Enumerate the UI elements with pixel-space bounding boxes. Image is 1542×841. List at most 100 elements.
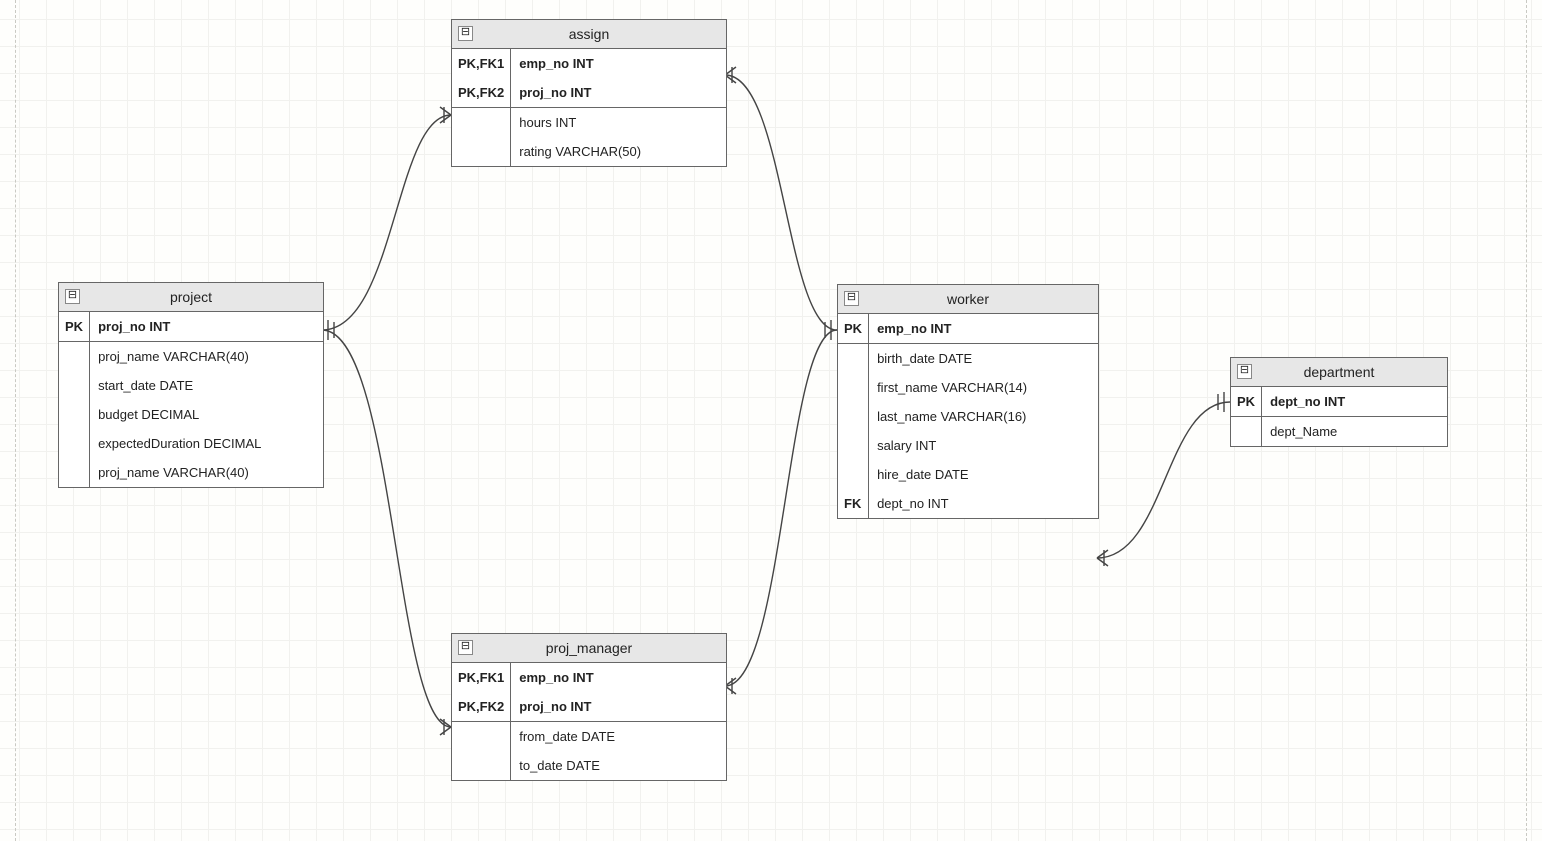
column-row: PK,FK2proj_no INT: [452, 78, 726, 108]
field-cell: to_date DATE: [511, 751, 726, 780]
field-cell: emp_no INT: [511, 663, 726, 692]
field-cell: salary INT: [869, 431, 1098, 460]
field-cell: proj_name VARCHAR(40): [90, 458, 323, 487]
entity-assign[interactable]: ⊟ assign PK,FK1emp_no INTPK,FK2proj_no I…: [451, 19, 727, 167]
key-cell: [452, 108, 511, 138]
collapse-icon[interactable]: ⊟: [1237, 364, 1252, 379]
field-cell: hours INT: [511, 108, 726, 138]
key-cell: [59, 342, 90, 372]
entity-title-text: worker: [947, 291, 989, 307]
entity-project[interactable]: ⊟ project PKproj_no INT proj_name VARCHA…: [58, 282, 324, 488]
entity-department[interactable]: ⊟ department PKdept_no INT dept_Name: [1230, 357, 1448, 447]
rel-assign-worker: [725, 75, 837, 330]
column-row: proj_name VARCHAR(40): [59, 342, 323, 372]
key-cell: PK,FK2: [452, 78, 511, 108]
column-row: dept_Name: [1231, 417, 1447, 447]
column-row: last_name VARCHAR(16): [838, 402, 1098, 431]
field-cell: expectedDuration DECIMAL: [90, 429, 323, 458]
key-cell: FK: [838, 489, 869, 518]
column-row: FKdept_no INT: [838, 489, 1098, 518]
column-row: birth_date DATE: [838, 344, 1098, 374]
column-row: PK,FK1emp_no INT: [452, 49, 726, 78]
field-cell: emp_no INT: [869, 314, 1098, 344]
column-row: PK,FK1emp_no INT: [452, 663, 726, 692]
key-cell: PK: [59, 312, 90, 342]
column-row: first_name VARCHAR(14): [838, 373, 1098, 402]
column-row: salary INT: [838, 431, 1098, 460]
key-cell: [838, 402, 869, 431]
column-row: PKproj_no INT: [59, 312, 323, 342]
columns-table: PKproj_no INT proj_name VARCHAR(40) star…: [59, 312, 323, 487]
field-cell: first_name VARCHAR(14): [869, 373, 1098, 402]
key-cell: [452, 751, 511, 780]
column-row: rating VARCHAR(50): [452, 137, 726, 166]
key-cell: PK,FK1: [452, 663, 511, 692]
column-row: PKdept_no INT: [1231, 387, 1447, 417]
columns-table: PKemp_no INT birth_date DATE first_name …: [838, 314, 1098, 518]
collapse-icon[interactable]: ⊟: [458, 26, 473, 41]
key-cell: PK: [838, 314, 869, 344]
key-cell: [1231, 417, 1262, 447]
rel-worker-department: [1097, 402, 1230, 558]
entity-proj-manager[interactable]: ⊟ proj_manager PK,FK1emp_no INTPK,FK2pro…: [451, 633, 727, 781]
columns-table: PKdept_no INT dept_Name: [1231, 387, 1447, 446]
key-cell: [59, 371, 90, 400]
entity-title: ⊟ project: [59, 283, 323, 312]
entity-title: ⊟ worker: [838, 285, 1098, 314]
collapse-icon[interactable]: ⊟: [844, 291, 859, 306]
columns-table: PK,FK1emp_no INTPK,FK2proj_no INT hours …: [452, 49, 726, 166]
rel-project-assign: [322, 115, 451, 330]
key-cell: [59, 400, 90, 429]
field-cell: proj_no INT: [511, 692, 726, 722]
field-cell: last_name VARCHAR(16): [869, 402, 1098, 431]
column-row: budget DECIMAL: [59, 400, 323, 429]
key-cell: PK,FK1: [452, 49, 511, 78]
key-cell: [838, 431, 869, 460]
er-diagram-canvas: ⊟ project PKproj_no INT proj_name VARCHA…: [0, 0, 1542, 841]
key-cell: [59, 429, 90, 458]
field-cell: emp_no INT: [511, 49, 726, 78]
column-row: hire_date DATE: [838, 460, 1098, 489]
column-row: from_date DATE: [452, 722, 726, 752]
entity-title-text: assign: [569, 26, 609, 42]
field-cell: birth_date DATE: [869, 344, 1098, 374]
entity-title: ⊟ department: [1231, 358, 1447, 387]
entity-worker[interactable]: ⊟ worker PKemp_no INT birth_date DATE fi…: [837, 284, 1099, 519]
field-cell: from_date DATE: [511, 722, 726, 752]
key-cell: [452, 722, 511, 752]
key-cell: [838, 344, 869, 374]
column-row: PKemp_no INT: [838, 314, 1098, 344]
field-cell: proj_no INT: [90, 312, 323, 342]
entity-title-text: project: [170, 289, 212, 305]
column-row: proj_name VARCHAR(40): [59, 458, 323, 487]
entity-title-text: proj_manager: [546, 640, 632, 656]
column-row: to_date DATE: [452, 751, 726, 780]
field-cell: proj_name VARCHAR(40): [90, 342, 323, 372]
collapse-icon[interactable]: ⊟: [65, 289, 80, 304]
key-cell: [838, 460, 869, 489]
key-cell: [838, 373, 869, 402]
collapse-icon[interactable]: ⊟: [458, 640, 473, 655]
key-cell: [59, 458, 90, 487]
key-cell: PK,FK2: [452, 692, 511, 722]
key-cell: PK: [1231, 387, 1262, 417]
key-cell: [452, 137, 511, 166]
rel-projmanager-worker: [725, 330, 837, 686]
field-cell: start_date DATE: [90, 371, 323, 400]
rel-project-projmanager: [322, 330, 451, 727]
column-row: hours INT: [452, 108, 726, 138]
columns-table: PK,FK1emp_no INTPK,FK2proj_no INT from_d…: [452, 663, 726, 780]
entity-title: ⊟ assign: [452, 20, 726, 49]
column-row: PK,FK2proj_no INT: [452, 692, 726, 722]
field-cell: hire_date DATE: [869, 460, 1098, 489]
entity-title: ⊟ proj_manager: [452, 634, 726, 663]
field-cell: proj_no INT: [511, 78, 726, 108]
field-cell: rating VARCHAR(50): [511, 137, 726, 166]
field-cell: dept_Name: [1262, 417, 1447, 447]
field-cell: dept_no INT: [1262, 387, 1447, 417]
column-row: expectedDuration DECIMAL: [59, 429, 323, 458]
column-row: start_date DATE: [59, 371, 323, 400]
field-cell: budget DECIMAL: [90, 400, 323, 429]
entity-title-text: department: [1304, 364, 1375, 380]
field-cell: dept_no INT: [869, 489, 1098, 518]
